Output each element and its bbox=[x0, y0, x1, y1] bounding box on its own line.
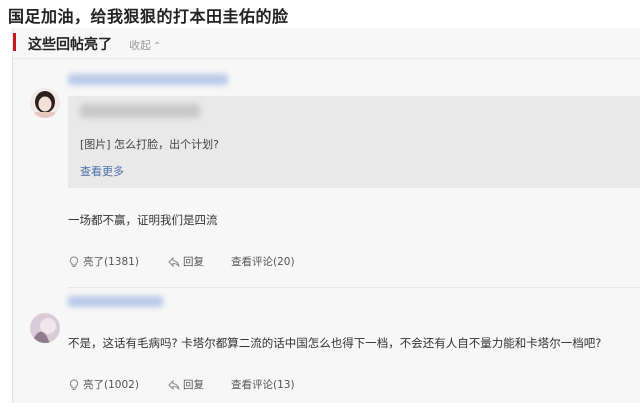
lightbulb-icon bbox=[69, 255, 79, 267]
view-comments-button[interactable]: 查看评论(20) bbox=[231, 254, 295, 269]
section-divider bbox=[12, 58, 640, 59]
post-text: 不是，这话有毛病吗? 卡塔尔都算二流的话中国怎么也得下一档，不会还有人自不量力能… bbox=[68, 336, 602, 350]
like-button[interactable]: 亮了(1381) bbox=[68, 254, 139, 269]
username-redacted bbox=[68, 296, 163, 307]
section-accent-bar bbox=[13, 33, 16, 51]
top-bar: 国足加油，给我狠狠的打本田圭佑的脸 bbox=[0, 0, 640, 28]
reply-button[interactable]: 回复 bbox=[168, 377, 204, 392]
collapse-button[interactable]: 收起 ⌃ bbox=[129, 37, 161, 53]
quote-text: [图片] 怎么打脸，出个计划? bbox=[80, 138, 219, 151]
like-button[interactable]: 亮了(1002) bbox=[68, 377, 139, 392]
lightbulb-icon bbox=[69, 378, 79, 390]
quote-author-redacted bbox=[80, 104, 200, 118]
page-title: 国足加油，给我狠狠的打本田圭佑的脸 bbox=[8, 7, 289, 26]
like-count: 亮了(1002) bbox=[83, 379, 139, 391]
like-count: 亮了(1381) bbox=[83, 256, 139, 268]
comments-label: 查看评论(20) bbox=[231, 256, 295, 268]
section-title: 这些回帖亮了 bbox=[28, 37, 112, 53]
reply-icon bbox=[168, 379, 180, 390]
avatar-image bbox=[30, 88, 60, 118]
avatar[interactable] bbox=[30, 313, 60, 343]
avatar-image bbox=[30, 313, 60, 343]
username-redacted bbox=[68, 74, 228, 85]
reply-label: 回复 bbox=[183, 379, 204, 391]
reply-label: 回复 bbox=[183, 256, 204, 268]
see-more-link[interactable]: 查看更多 bbox=[80, 163, 124, 179]
view-comments-button[interactable]: 查看评论(13) bbox=[231, 377, 295, 392]
chevron-up-icon: ⌃ bbox=[153, 41, 162, 52]
avatar[interactable] bbox=[30, 88, 60, 118]
comments-label: 查看评论(13) bbox=[231, 379, 295, 391]
post-text: 一场都不赢，证明我们是四流 bbox=[68, 213, 218, 227]
reply-icon bbox=[168, 256, 180, 267]
post-divider bbox=[68, 287, 640, 288]
reply-button[interactable]: 回复 bbox=[168, 254, 204, 269]
collapse-label: 收起 bbox=[129, 39, 151, 52]
